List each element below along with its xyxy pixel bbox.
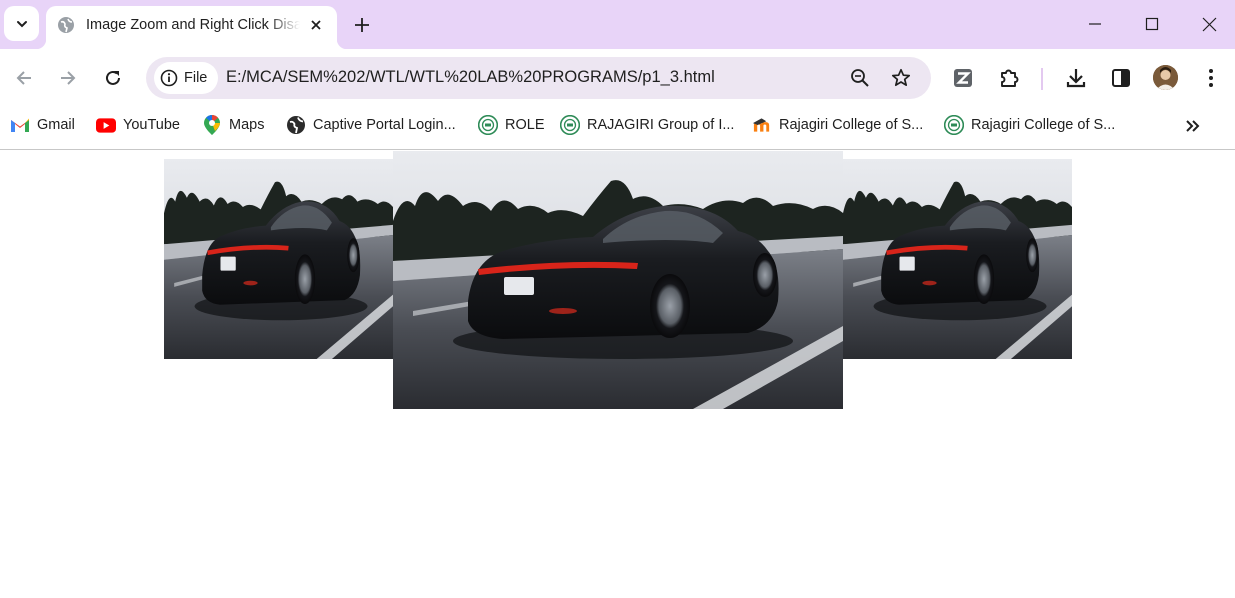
close-tab-button[interactable]: [306, 15, 326, 35]
bookmark-label: Rajagiri College of S...: [779, 117, 924, 133]
page-content: [0, 151, 1235, 598]
globe-icon: [286, 115, 306, 135]
new-tab-button[interactable]: [348, 11, 376, 39]
zoom-icon: [851, 69, 869, 87]
bookmark-maps[interactable]: Maps: [202, 114, 264, 136]
bookmark-captive-portal[interactable]: Captive Portal Login...: [286, 114, 456, 136]
bookmark-gmail[interactable]: Gmail: [10, 114, 75, 136]
site-info-chip[interactable]: File: [154, 62, 218, 94]
kebab-menu-icon: [1209, 69, 1213, 87]
globe-icon: [58, 17, 74, 33]
side-panel-icon: [1112, 69, 1130, 87]
tab-strip: Image Zoom and Right Click Disabled: [0, 0, 1235, 49]
download-icon: [1066, 69, 1086, 88]
active-tab[interactable]: Image Zoom and Right Click Disabled: [36, 6, 347, 49]
bookmark-label: Captive Portal Login...: [313, 117, 456, 133]
bookmark-rajagiri-college-moodle[interactable]: Rajagiri College of S...: [752, 114, 923, 136]
bookmark-label: RAJAGIRI Group of I...: [587, 117, 735, 133]
minimize-button[interactable]: [1075, 8, 1115, 40]
bookmark-rajagiri-group[interactable]: RAJAGIRI Group of I...: [560, 114, 734, 136]
moodle-icon: [752, 115, 772, 135]
car-image-middle[interactable]: [393, 151, 843, 409]
reload-icon: [106, 70, 120, 85]
toolbar-separator: [1041, 68, 1043, 90]
profile-photo-icon: [1153, 65, 1178, 90]
url-text[interactable]: E:/MCA/SEM%202/WTL/WTL%20LAB%20PROGRAMS/…: [226, 68, 715, 87]
bookmarks-bar: Gmail YouTube Maps Captive Portal Login.…: [0, 107, 1235, 150]
bookmark-label: Gmail: [37, 117, 75, 133]
tab-search-button[interactable]: [4, 6, 39, 41]
car-image-right[interactable]: [843, 159, 1072, 359]
extension-z-button[interactable]: [949, 64, 977, 92]
maps-icon: [202, 115, 222, 135]
close-icon: [311, 20, 321, 30]
forward-button[interactable]: [52, 62, 84, 94]
bookmark-label: YouTube: [123, 117, 180, 133]
downloads-button[interactable]: [1062, 64, 1090, 92]
rajagiri-seal-icon: [944, 115, 964, 135]
bookmark-role[interactable]: ROLE: [478, 114, 545, 136]
bookmark-label: Rajagiri College of S...: [971, 117, 1116, 133]
browser-toolbar: File E:/MCA/SEM%202/WTL/WTL%20LAB%20PROG…: [0, 49, 1235, 107]
browser-menu-button[interactable]: [1197, 64, 1225, 92]
close-icon: [1202, 17, 1216, 31]
bookmark-star-button[interactable]: [890, 67, 912, 89]
maximize-icon: [1145, 17, 1159, 31]
bookmark-label: ROLE: [505, 117, 545, 133]
zoom-button[interactable]: [849, 67, 871, 89]
extensions-button[interactable]: [995, 64, 1023, 92]
reload-button[interactable]: [97, 62, 129, 94]
youtube-icon: [96, 115, 116, 135]
chevron-down-icon: [16, 20, 27, 27]
car-image-left[interactable]: [164, 159, 393, 359]
maximize-button[interactable]: [1132, 8, 1172, 40]
forward-arrow-icon: [61, 71, 76, 85]
rajagiri-seal-icon: [560, 115, 580, 135]
gmail-icon: [10, 115, 30, 135]
avatar[interactable]: [1153, 65, 1178, 90]
address-bar[interactable]: File E:/MCA/SEM%202/WTL/WTL%20LAB%20PROG…: [146, 57, 931, 99]
back-arrow-icon: [16, 71, 31, 85]
site-chip-label: File: [184, 70, 208, 86]
star-icon: [891, 68, 911, 87]
double-chevron-right-icon: [1186, 120, 1200, 132]
tab-title: Image Zoom and Right Click Disabled: [86, 17, 300, 33]
back-button[interactable]: [8, 62, 40, 94]
puzzle-icon: [1001, 69, 1019, 87]
minimize-icon: [1089, 23, 1101, 25]
side-panel-button[interactable]: [1107, 64, 1135, 92]
bookmark-youtube[interactable]: YouTube: [96, 114, 180, 136]
close-window-button[interactable]: [1189, 8, 1229, 40]
bookmark-label: Maps: [229, 117, 265, 133]
bookmark-rajagiri-college[interactable]: Rajagiri College of S...: [944, 114, 1115, 136]
extension-z-icon: [954, 69, 972, 87]
info-icon: [160, 69, 178, 87]
rajagiri-seal-icon: [478, 115, 498, 135]
bookmarks-overflow-button[interactable]: [1180, 115, 1206, 137]
plus-icon: [355, 18, 369, 32]
